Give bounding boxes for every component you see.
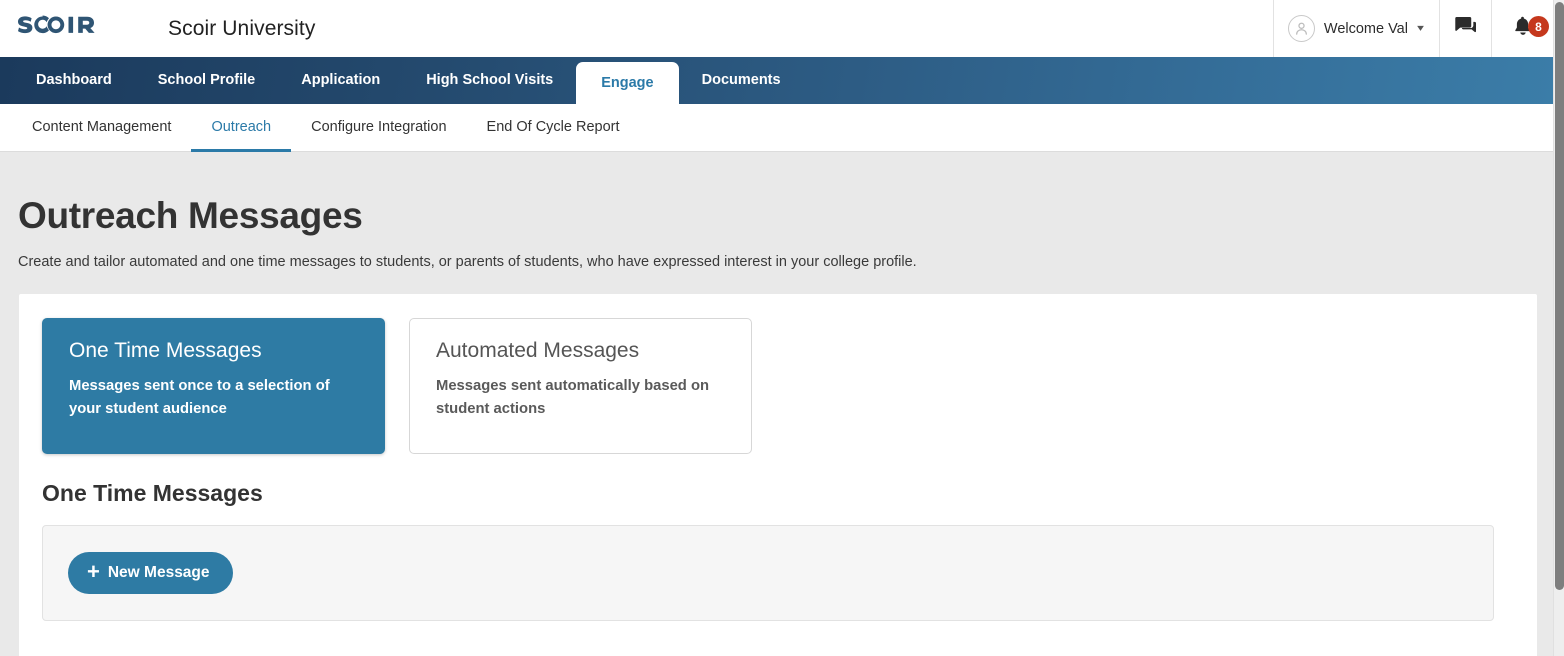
institution-name: Scoir University — [168, 16, 316, 40]
page-scrollbar-thumb[interactable] — [1555, 2, 1564, 590]
nav-item-documents[interactable]: Documents — [679, 57, 804, 104]
subnav-item-configure-integration[interactable]: Configure Integration — [291, 104, 466, 152]
nav-item-engage[interactable]: Engage — [576, 62, 679, 104]
nav-item-high-school-visits[interactable]: High School Visits — [403, 57, 576, 104]
outreach-panel: One Time Messages Messages sent once to … — [19, 294, 1537, 656]
chevron-down-icon: ▾ — [1417, 23, 1424, 34]
nav-item-application[interactable]: Application — [278, 57, 403, 104]
scoir-logo-icon — [18, 13, 122, 44]
top-bar-actions: Welcome Val ▾ 8 — [1272, 0, 1553, 57]
nav-item-school-profile[interactable]: School Profile — [135, 57, 279, 104]
page-title: Outreach Messages — [18, 195, 363, 236]
user-avatar-icon — [1287, 15, 1315, 42]
page-content: Outreach Messages Create and tailor auto… — [0, 152, 1553, 656]
nav-item-dashboard[interactable]: Dashboard — [13, 57, 135, 104]
sub-navigation: Content Management Outreach Configure In… — [0, 104, 1553, 152]
page-scrollbar[interactable] — [1553, 0, 1564, 656]
new-message-button[interactable]: + New Message — [68, 552, 233, 594]
page-subtitle: Create and tailor automated and one time… — [18, 253, 917, 270]
card-title: One Time Messages — [69, 339, 262, 362]
page-header: Outreach Messages Create and tailor auto… — [0, 152, 1553, 272]
card-automated-messages[interactable]: Automated Messages Messages sent automat… — [409, 318, 752, 454]
new-message-button-label: New Message — [107, 564, 210, 581]
one-time-messages-list-panel: + New Message — [42, 525, 1494, 621]
user-menu[interactable]: Welcome Val ▾ — [1272, 0, 1439, 57]
notification-badge: 8 — [1528, 16, 1549, 37]
card-description: Messages sent once to a selection of you… — [69, 378, 330, 417]
card-description: Messages sent automatically based on stu… — [436, 378, 710, 417]
card-title: Automated Messages — [436, 339, 640, 362]
subnav-item-content-management[interactable]: Content Management — [12, 104, 191, 152]
message-type-card-list: One Time Messages Messages sent once to … — [19, 294, 1537, 454]
messages-button[interactable] — [1439, 0, 1491, 57]
card-one-time-messages[interactable]: One Time Messages Messages sent once to … — [42, 318, 385, 454]
welcome-label: Welcome Val — [1323, 20, 1408, 37]
app-root: Scoir University Welcome Val ▾ 8 Dashboa… — [0, 0, 1564, 656]
notifications-button[interactable]: 8 — [1491, 0, 1553, 57]
subnav-item-end-of-cycle-report[interactable]: End Of Cycle Report — [467, 104, 640, 152]
main-navigation: Dashboard School Profile Application Hig… — [0, 57, 1553, 104]
section-heading-one-time-messages: One Time Messages — [42, 480, 263, 506]
top-bar: Scoir University Welcome Val ▾ 8 — [0, 0, 1553, 57]
chat-bubble-icon — [1454, 16, 1477, 42]
plus-icon: + — [87, 559, 100, 584]
subnav-item-outreach[interactable]: Outreach — [191, 104, 292, 152]
brand[interactable]: Scoir University — [0, 13, 315, 44]
